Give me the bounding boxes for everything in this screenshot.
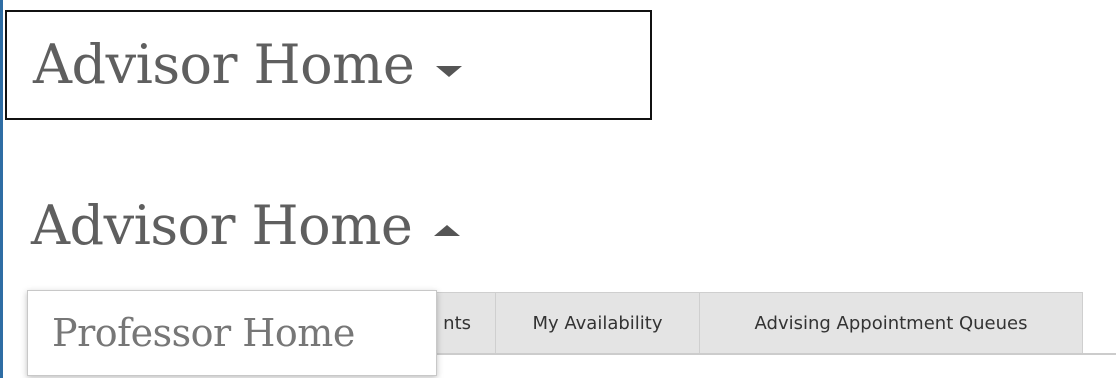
advisor-home-menu-toggle-focused[interactable]: Advisor Home xyxy=(5,10,652,120)
page: Advisor Home Advisor Home nts My Availab… xyxy=(0,0,1116,378)
page-title-expanded: Advisor Home xyxy=(31,194,413,257)
dropdown-item-professor-home[interactable]: Professor Home xyxy=(52,311,355,355)
tab-label: nts xyxy=(443,312,471,334)
tab-my-availability[interactable]: My Availability xyxy=(495,292,700,353)
tab-advising-appointment-queues[interactable]: Advising Appointment Queues xyxy=(699,292,1083,353)
home-switcher-dropdown: Professor Home xyxy=(27,290,437,376)
tab-label: My Availability xyxy=(532,312,663,334)
page-title: Advisor Home xyxy=(33,33,415,96)
caret-down-icon xyxy=(436,65,463,77)
advisor-home-menu-toggle-expanded[interactable]: Advisor Home xyxy=(5,176,461,276)
left-border xyxy=(0,0,3,378)
caret-up-icon xyxy=(434,224,461,236)
tab-label: Advising Appointment Queues xyxy=(754,312,1028,334)
